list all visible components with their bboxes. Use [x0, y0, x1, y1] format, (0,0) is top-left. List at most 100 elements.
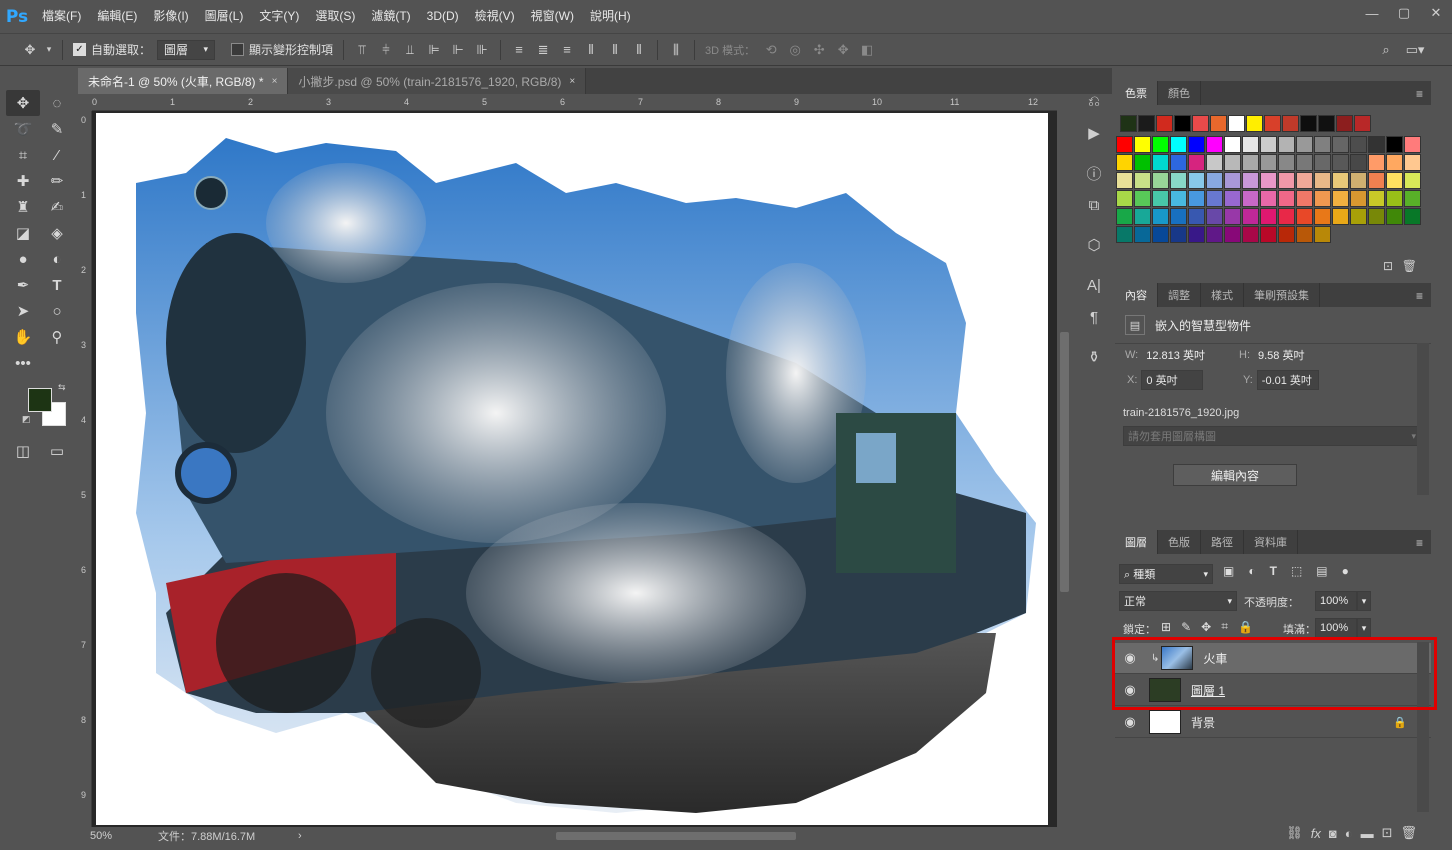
edit-contents-button[interactable]: 編輯內容 [1173, 464, 1297, 486]
auto-select-option[interactable]: ✓ 自動選取： [69, 33, 155, 66]
swatch[interactable] [1386, 208, 1403, 225]
swatch[interactable] [1224, 154, 1241, 171]
layer-thumbnail[interactable] [1149, 678, 1181, 702]
swatch[interactable] [1242, 226, 1259, 243]
actions-play-icon[interactable]: ▶ [1078, 118, 1110, 148]
swatch[interactable] [1174, 115, 1191, 132]
lasso-tool-icon[interactable]: ➰ [6, 116, 40, 142]
swatch[interactable] [1278, 136, 1295, 153]
tab-paths[interactable]: 路徑 [1201, 530, 1244, 554]
tab-swatches[interactable]: 色票 [1115, 81, 1158, 105]
menu-help[interactable]: 說明(H) [582, 0, 639, 33]
group-folder-icon[interactable]: ▬ [1361, 826, 1374, 841]
menu-view[interactable]: 檢視(V) [467, 0, 523, 33]
pixel-filter-icon[interactable]: ▣ [1223, 564, 1234, 578]
tab-layers[interactable]: 圖層 [1115, 530, 1158, 554]
tab-color[interactable]: 顏色 [1158, 81, 1201, 105]
align-top-icon[interactable]: ⫪ [350, 38, 374, 62]
visibility-eye-icon[interactable]: ◉ [1115, 650, 1145, 666]
swatch[interactable] [1350, 208, 1367, 225]
swatch[interactable] [1368, 154, 1385, 171]
swatch[interactable] [1116, 226, 1133, 243]
close-icon[interactable]: × [272, 76, 278, 87]
swatch[interactable] [1404, 154, 1421, 171]
lock-transparency-icon[interactable]: ⊞ [1161, 620, 1171, 634]
auto-align-icon[interactable]: ⫼ [664, 38, 688, 62]
swatch[interactable] [1386, 154, 1403, 171]
dodge-tool-icon[interactable]: ◐ [40, 246, 74, 272]
layer-filter-dropdown[interactable]: ⌕ 種類 ▾ [1119, 564, 1213, 584]
distribute-top-icon[interactable]: ≡ [507, 38, 531, 62]
horizontal-ruler[interactable]: 0 1 2 3 4 5 6 7 8 9 10 11 12 [92, 97, 1057, 111]
swatch[interactable] [1206, 172, 1223, 189]
vertical-ruler[interactable]: 0 1 2 3 4 5 6 7 8 9 [78, 111, 92, 827]
zoom-level[interactable]: 50% [90, 830, 130, 842]
swatch[interactable] [1314, 136, 1331, 153]
swatch[interactable] [1224, 208, 1241, 225]
transform-controls-checkbox[interactable] [231, 43, 245, 56]
zoom-tool-icon[interactable]: ⚲ [40, 324, 74, 350]
panel-menu-icon[interactable]: ≡ [1416, 87, 1423, 101]
swatch[interactable] [1404, 172, 1421, 189]
swatch[interactable] [1134, 154, 1151, 171]
swatch[interactable] [1278, 208, 1295, 225]
quick-mask-icon[interactable]: ◫ [6, 438, 40, 464]
minimize-button[interactable]: — [1356, 0, 1388, 26]
menu-window[interactable]: 視窗(W) [523, 0, 582, 33]
layer-name[interactable]: 圖層 1 [1191, 682, 1225, 699]
ellipse-tool-icon[interactable]: ○ [40, 298, 74, 324]
canvas-area[interactable] [92, 111, 1057, 827]
crop-tool-icon[interactable]: ⌗ [6, 142, 40, 168]
swatch[interactable] [1314, 172, 1331, 189]
chevron-down-icon[interactable]: ▾ [1357, 618, 1371, 638]
new-swatch-icon[interactable]: ⊡ [1383, 259, 1393, 273]
smart-filter-icon[interactable]: ▤ [1316, 564, 1327, 578]
swatch[interactable] [1116, 172, 1133, 189]
document-canvas[interactable] [96, 113, 1048, 825]
layer-thumbnail[interactable] [1149, 710, 1181, 734]
swatch[interactable] [1138, 115, 1155, 132]
swatch[interactable] [1300, 115, 1317, 132]
swatch[interactable] [1278, 226, 1295, 243]
swatch[interactable] [1242, 172, 1259, 189]
swatch[interactable] [1354, 115, 1371, 132]
type-filter-icon[interactable]: T [1270, 564, 1277, 578]
move-tool-preset-icon[interactable]: ✥ [18, 38, 42, 62]
swatch[interactable] [1282, 115, 1299, 132]
swatch[interactable] [1314, 154, 1331, 171]
swatch[interactable] [1368, 136, 1385, 153]
swatch[interactable] [1134, 208, 1151, 225]
swatch[interactable] [1188, 190, 1205, 207]
swatch[interactable] [1368, 208, 1385, 225]
swatch[interactable] [1170, 208, 1187, 225]
swatch[interactable] [1242, 190, 1259, 207]
info-icon[interactable]: ⓘ [1078, 158, 1110, 188]
menu-image[interactable]: 影像(I) [145, 0, 196, 33]
ruler-corner[interactable] [78, 97, 92, 111]
swatch[interactable] [1296, 136, 1313, 153]
trash-icon[interactable]: 🗑 [1402, 259, 1417, 273]
panel-menu-icon[interactable]: ≡ [1416, 289, 1423, 303]
layer-thumbnail[interactable] [1161, 646, 1194, 670]
path-select-icon[interactable]: ➤ [6, 298, 40, 324]
trash-icon[interactable]: 🗑 [1400, 825, 1417, 841]
swatch[interactable] [1296, 226, 1313, 243]
menu-3d[interactable]: 3D(D) [419, 0, 467, 33]
layer-name[interactable]: 背景 [1191, 714, 1215, 731]
swatch[interactable] [1206, 154, 1223, 171]
align-hcenter-icon[interactable]: ⊩ [446, 38, 470, 62]
lock-pixels-icon[interactable]: ✎ [1181, 620, 1191, 634]
swatch[interactable] [1404, 208, 1421, 225]
history-brush-icon[interactable]: ✍ [40, 194, 74, 220]
swatch[interactable] [1116, 190, 1133, 207]
distribute-left-icon[interactable]: ⦀ [579, 38, 603, 62]
close-icon[interactable]: × [569, 76, 575, 87]
more-tools-icon[interactable]: ••• [6, 350, 40, 376]
shape-filter-icon[interactable]: ⬚ [1291, 564, 1302, 578]
swatch[interactable] [1224, 190, 1241, 207]
swatch[interactable] [1260, 226, 1277, 243]
healing-brush-icon[interactable]: ✚ [6, 168, 40, 194]
menu-edit[interactable]: 編輯(E) [89, 0, 145, 33]
distribute-right-icon[interactable]: ⦀ [627, 38, 651, 62]
swatch[interactable] [1152, 154, 1169, 171]
